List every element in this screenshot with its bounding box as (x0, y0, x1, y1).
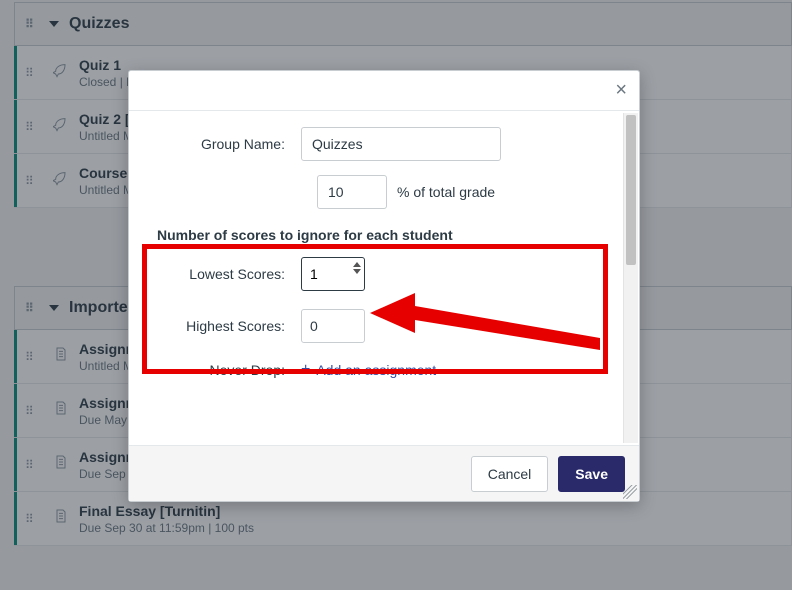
modal-footer: Cancel Save (129, 445, 639, 501)
add-assignment-label: Add an assignment (316, 362, 436, 378)
modal-body: Group Name: % of total grade Number of s… (129, 111, 639, 445)
spinner-up-icon[interactable] (353, 262, 361, 267)
percent-suffix: % of total grade (397, 184, 495, 200)
edit-group-modal: × Group Name: % of total grade Number of… (128, 70, 640, 502)
group-name-label: Group Name: (151, 136, 301, 152)
modal-header: × (129, 71, 639, 111)
highest-scores-label: Highest Scores: (151, 318, 301, 334)
add-assignment-link[interactable]: + Add an assignment (301, 361, 436, 379)
close-icon[interactable]: × (615, 79, 627, 102)
lowest-scores-label: Lowest Scores: (151, 266, 301, 282)
never-drop-label: Never Drop: (151, 362, 301, 378)
resize-grip-icon[interactable] (623, 485, 637, 499)
plus-icon: + (301, 361, 310, 379)
row-lowest-scores: Lowest Scores: (151, 257, 603, 291)
group-name-input[interactable] (301, 127, 501, 161)
row-never-drop: Never Drop: + Add an assignment (151, 361, 603, 379)
scrollbar-thumb[interactable] (626, 115, 636, 265)
save-button[interactable]: Save (558, 456, 625, 492)
number-spinner[interactable] (353, 262, 361, 274)
ignore-scores-heading: Number of scores to ignore for each stud… (157, 227, 603, 243)
scrollbar[interactable] (623, 113, 638, 443)
modal-form: Group Name: % of total grade Number of s… (129, 111, 621, 389)
row-highest-scores: Highest Scores: (151, 309, 603, 343)
cancel-button[interactable]: Cancel (471, 456, 549, 492)
highest-scores-input[interactable] (301, 309, 365, 343)
percent-input[interactable] (317, 175, 387, 209)
row-group-name: Group Name: (151, 127, 603, 161)
spinner-down-icon[interactable] (353, 269, 361, 274)
row-percent: % of total grade (151, 175, 603, 209)
